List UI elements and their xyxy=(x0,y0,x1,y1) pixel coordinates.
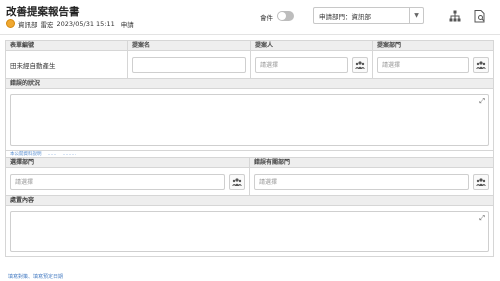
toggle-label: 會件 xyxy=(260,14,273,22)
requester-info: 資訊部 雷宏 2023/05/31 15:11 申請 xyxy=(6,18,134,29)
footer-link[interactable]: 填寫對策、填寫預定日期 xyxy=(8,273,63,280)
department-text: 資訊部 xyxy=(18,20,38,29)
form-id-cell: 表單編號 田未經自動產生 xyxy=(6,41,128,78)
error-related-dept-label: 錯誤有關部門 xyxy=(250,158,493,168)
people-picker-icon[interactable] xyxy=(473,56,489,73)
department-select-value: 申請部門：資訊部 xyxy=(319,12,371,21)
proposal-name-cell: 提案名 xyxy=(128,41,251,78)
handling-textarea[interactable]: ⤢ xyxy=(10,211,489,252)
proposal-dept-label: 提案部門 xyxy=(373,41,493,51)
proposer-label: 提案人 xyxy=(251,41,372,51)
error-links: 本公開資料說明 …… ……… xyxy=(6,151,493,158)
user-name: 雷宏 xyxy=(40,20,54,29)
countersign-toggle[interactable] xyxy=(277,11,294,21)
header-divider xyxy=(0,34,500,35)
expand-icon[interactable]: ⤢ xyxy=(479,97,485,106)
status-badge: 申請 xyxy=(120,20,134,29)
proposal-name-label: 提案名 xyxy=(128,41,250,51)
error-related-dept-input[interactable]: 請選擇 xyxy=(254,173,469,190)
select-dept-label: 選擇部門 xyxy=(6,158,249,168)
datetime-text: 2023/05/31 15:11 xyxy=(56,19,115,28)
proposal-form: 表單編號 田未經自動產生 提案名 提案人 請選擇 提案部門 請選擇 錯誤的狀況 … xyxy=(5,40,494,257)
proposal-name-input[interactable] xyxy=(132,56,246,73)
form-row-handling: 處置內容 ⤢ xyxy=(6,196,493,256)
form-row-departments: 選擇部門 請選擇 錯誤有關部門 請選擇 xyxy=(6,158,493,196)
page-title: 改善提案報告書 xyxy=(6,6,80,18)
proposal-dept-input[interactable]: 請選擇 xyxy=(377,56,469,73)
form-row-basic: 表單編號 田未經自動產生 提案名 提案人 請選擇 提案部門 請選擇 xyxy=(6,41,493,79)
error-related-dept-cell: 錯誤有關部門 請選擇 xyxy=(250,158,493,195)
handling-label: 處置內容 xyxy=(6,196,493,206)
form-row-error-status: 錯誤的狀況 ⤢ xyxy=(6,79,493,151)
expand-icon[interactable]: ⤢ xyxy=(479,214,485,223)
people-picker-icon[interactable] xyxy=(229,173,245,190)
proposer-input[interactable]: 請選擇 xyxy=(255,56,348,73)
people-picker-icon[interactable] xyxy=(473,173,489,190)
org-chart-icon[interactable] xyxy=(448,9,462,23)
chevron-down-icon[interactable]: ▼ xyxy=(409,8,423,23)
proposal-dept-cell: 提案部門 請選擇 xyxy=(373,41,493,78)
select-dept-input[interactable]: 請選擇 xyxy=(10,173,225,190)
error-link[interactable]: …… xyxy=(48,152,57,157)
proposer-cell: 提案人 請選擇 xyxy=(251,41,373,78)
error-status-label: 錯誤的狀況 xyxy=(6,79,493,89)
avatar xyxy=(6,19,15,28)
error-link[interactable]: ……… xyxy=(63,152,77,157)
department-select[interactable]: 申請部門：資訊部 ▼ xyxy=(313,7,424,24)
document-search-icon[interactable] xyxy=(473,9,487,23)
error-link[interactable]: 本公開資料說明 xyxy=(10,151,42,157)
people-picker-icon[interactable] xyxy=(352,56,368,73)
error-status-textarea[interactable]: ⤢ xyxy=(10,94,489,146)
form-id-value: 田未經自動產生 xyxy=(10,61,56,70)
form-id-label: 表單編號 xyxy=(6,41,127,51)
select-dept-cell: 選擇部門 請選擇 xyxy=(6,158,250,195)
